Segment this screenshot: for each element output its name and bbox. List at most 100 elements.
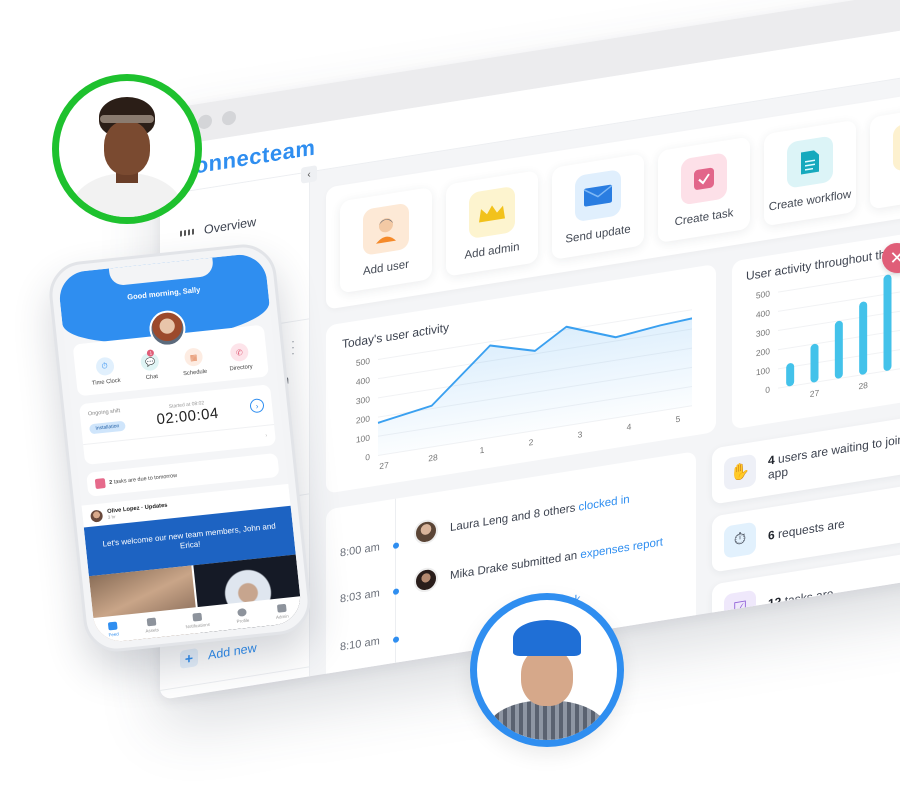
stopwatch-icon: ⏱ [724, 521, 756, 559]
x-tick-label: 4 [627, 421, 632, 432]
tab-label: Profile [236, 617, 250, 624]
avatar-doctor [52, 74, 202, 224]
y-tick-label: 300 [756, 327, 770, 339]
person-face [104, 121, 150, 175]
x-tick-label: 27 [379, 460, 389, 471]
feed-actor: Laura Leng and 8 others [450, 502, 576, 535]
y-tick-label: 400 [356, 375, 370, 387]
x-tick-label: 27 [810, 388, 820, 399]
y-tick-label: 300 [356, 394, 370, 406]
feed-time: 8:10 am [340, 635, 380, 654]
avatar [90, 509, 104, 523]
add-new-label: Add new [208, 640, 257, 663]
phone-icon: ✆ [229, 342, 250, 363]
person-shirt [487, 700, 607, 740]
x-tick-label: 28 [428, 452, 438, 463]
action-label: Create workflow [768, 188, 852, 214]
envelope-icon [575, 168, 621, 223]
y-tick-label: 0 [765, 384, 770, 395]
bar [786, 363, 795, 387]
gridline [778, 287, 900, 312]
window-control-maximize[interactable] [222, 109, 236, 127]
notification-text: users are waiting to join the app [768, 429, 900, 482]
chevron-right-icon[interactable]: › [249, 398, 265, 414]
calendar-icon: ▦ [183, 347, 204, 367]
feed-link[interactable]: expenses report [580, 536, 662, 561]
shortcut-label: Time Clock [91, 377, 121, 387]
form-icon [787, 135, 833, 189]
window-control-minimize[interactable] [198, 113, 212, 130]
create-workflow-button[interactable]: Create workflow [764, 119, 856, 227]
send-update-button[interactable]: Send update [552, 153, 644, 260]
hard-hat [513, 620, 581, 656]
x-tick-label: 28 [858, 380, 868, 391]
checkbox-icon: ☑ [724, 589, 756, 627]
admin-icon [276, 603, 287, 613]
y-tick-label: 200 [756, 346, 770, 358]
notification-text: requests are [778, 516, 845, 542]
bell-icon [191, 612, 202, 622]
bar [834, 320, 843, 379]
action-label: Create task [674, 207, 734, 229]
tab-label: Feed [108, 630, 119, 637]
checkbox-icon [681, 152, 727, 206]
y-tick-label: 500 [756, 288, 770, 300]
bar [810, 343, 819, 383]
feed-action: submitted an [511, 549, 578, 573]
plus-icon: + [180, 647, 198, 669]
avatar-construction-worker [470, 593, 624, 747]
post-age: 3 hr [107, 514, 116, 520]
feed-link[interactable]: clocked in [579, 494, 630, 514]
avatar [414, 517, 438, 546]
more-options-icon[interactable]: · · · [291, 334, 295, 361]
post-channel[interactable]: Updates [144, 503, 167, 511]
feed-icon [107, 621, 118, 630]
tasks-text: tasks are due to tomorrow [113, 472, 178, 486]
x-tick-label: 5 [676, 414, 681, 425]
shortcut-chat[interactable]: 💬 1 Chat [140, 349, 161, 382]
add-section-icon [180, 698, 192, 701]
shortcut-directory[interactable]: ✆ Directory [227, 342, 253, 372]
tab-admin[interactable]: Admin [275, 603, 289, 619]
shortcut-schedule[interactable]: ▦ Schedule [181, 347, 208, 377]
tasks-count: 2 [108, 479, 113, 487]
grid-icon [180, 225, 194, 241]
mobile-app-mockup: Good morning, Sally ⏱ Time Clock 💬 1 Cha… [46, 241, 314, 655]
profile-icon [237, 607, 247, 617]
add-admin-button[interactable]: Add admin [446, 170, 538, 277]
user-icon [363, 202, 409, 256]
task-icon [94, 478, 106, 490]
phone-screen: Good morning, Sally ⏱ Time Clock 💬 1 Cha… [57, 252, 303, 644]
bar-chart: 010020030040050027281 [756, 268, 900, 399]
x-tick-label: 1 [480, 445, 485, 456]
tab-label: Notifications [185, 621, 211, 629]
y-tick-label: 100 [756, 365, 770, 377]
x-tick-label: 3 [578, 429, 583, 440]
bar-chart-card: User activity throughout this day 0 100 20… [732, 229, 900, 430]
action-label: Add user [362, 258, 410, 278]
notification-count: 6 [768, 527, 775, 543]
tab-assets[interactable]: Assets [144, 617, 159, 633]
feed-time: 8:03 am [340, 587, 380, 606]
go-to-chat-button[interactable]: Go to [870, 102, 900, 210]
feed-timeline: 8:00 am 8:03 am 8:10 am [326, 498, 399, 700]
shift-card[interactable]: Ongoing shift Installation Started at 08… [78, 384, 277, 465]
marketing-hero: connecteam ‹ Overview ...w ✓ ··· . [0, 0, 900, 800]
tab-feed[interactable]: Feed [107, 621, 119, 637]
action-label: Send update [565, 223, 631, 246]
sidebar-item-label: Overview [204, 214, 257, 238]
shortcut-time-clock[interactable]: ⏱ Time Clock [89, 356, 121, 387]
notification-text: tasks are [784, 586, 834, 609]
add-user-button[interactable]: Add user [340, 186, 432, 294]
shortcut-label: Schedule [182, 368, 208, 378]
create-task-button[interactable]: Create task [658, 136, 750, 244]
shortcut-label: Directory [229, 363, 253, 373]
person-face [521, 648, 573, 706]
tab-profile[interactable]: Profile [235, 607, 250, 624]
chevron-right-icon: › [265, 432, 268, 439]
y-tick-label: 0 [365, 452, 370, 463]
bar [883, 274, 892, 371]
tab-notifications[interactable]: Notifications [184, 611, 211, 629]
stopwatch-icon: ⏱ [94, 356, 115, 377]
shortcut-label: Chat [145, 373, 159, 382]
